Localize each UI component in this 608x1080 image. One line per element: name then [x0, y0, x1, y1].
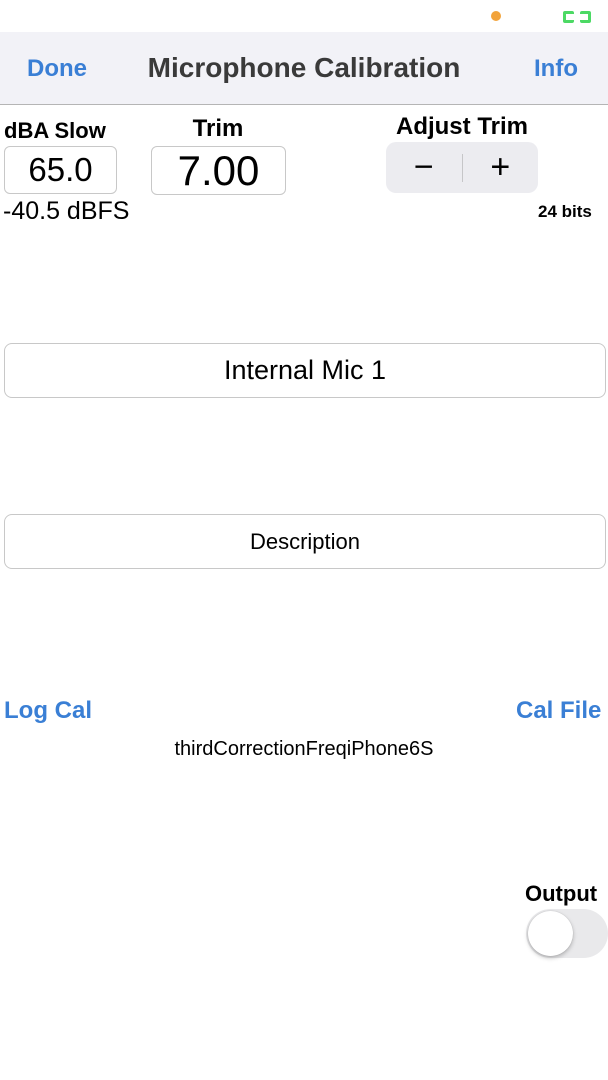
- toggle-knob: [528, 911, 573, 956]
- status-bar: [0, 0, 608, 32]
- mic-name-field[interactable]: Internal Mic 1: [4, 343, 606, 398]
- battery-icon: [563, 10, 591, 23]
- decrement-button[interactable]: −: [386, 142, 462, 193]
- description-field[interactable]: Description: [4, 514, 606, 569]
- cal-file-name: thirdCorrectionFreqiPhone6S: [174, 738, 434, 760]
- info-button[interactable]: Info: [534, 55, 578, 83]
- page-title: Microphone Calibration: [147, 52, 461, 83]
- log-cal-button[interactable]: Log Cal: [4, 697, 92, 725]
- mic-name-value: Internal Mic 1: [223, 355, 387, 385]
- dba-slow-label: dBA Slow: [4, 118, 106, 143]
- cal-file-button[interactable]: Cal File: [516, 697, 601, 725]
- recording-dot-icon: [491, 11, 501, 21]
- trim-input[interactable]: 7.00: [151, 146, 286, 195]
- bit-depth-label: 24 bits: [538, 202, 592, 221]
- trim-stepper[interactable]: − +: [386, 142, 538, 193]
- dbfs-readout: -40.5 dBFS: [3, 197, 130, 225]
- description-placeholder: Description: [249, 528, 361, 554]
- trim-value: 7.00: [177, 146, 260, 194]
- trim-label: Trim: [192, 115, 244, 142]
- dba-value: 65.0: [28, 151, 93, 188]
- output-label: Output: [525, 881, 598, 906]
- dba-value-field: 65.0: [4, 146, 117, 194]
- output-toggle[interactable]: [526, 909, 608, 958]
- adjust-trim-label: Adjust Trim: [395, 113, 528, 140]
- increment-button[interactable]: +: [463, 142, 539, 193]
